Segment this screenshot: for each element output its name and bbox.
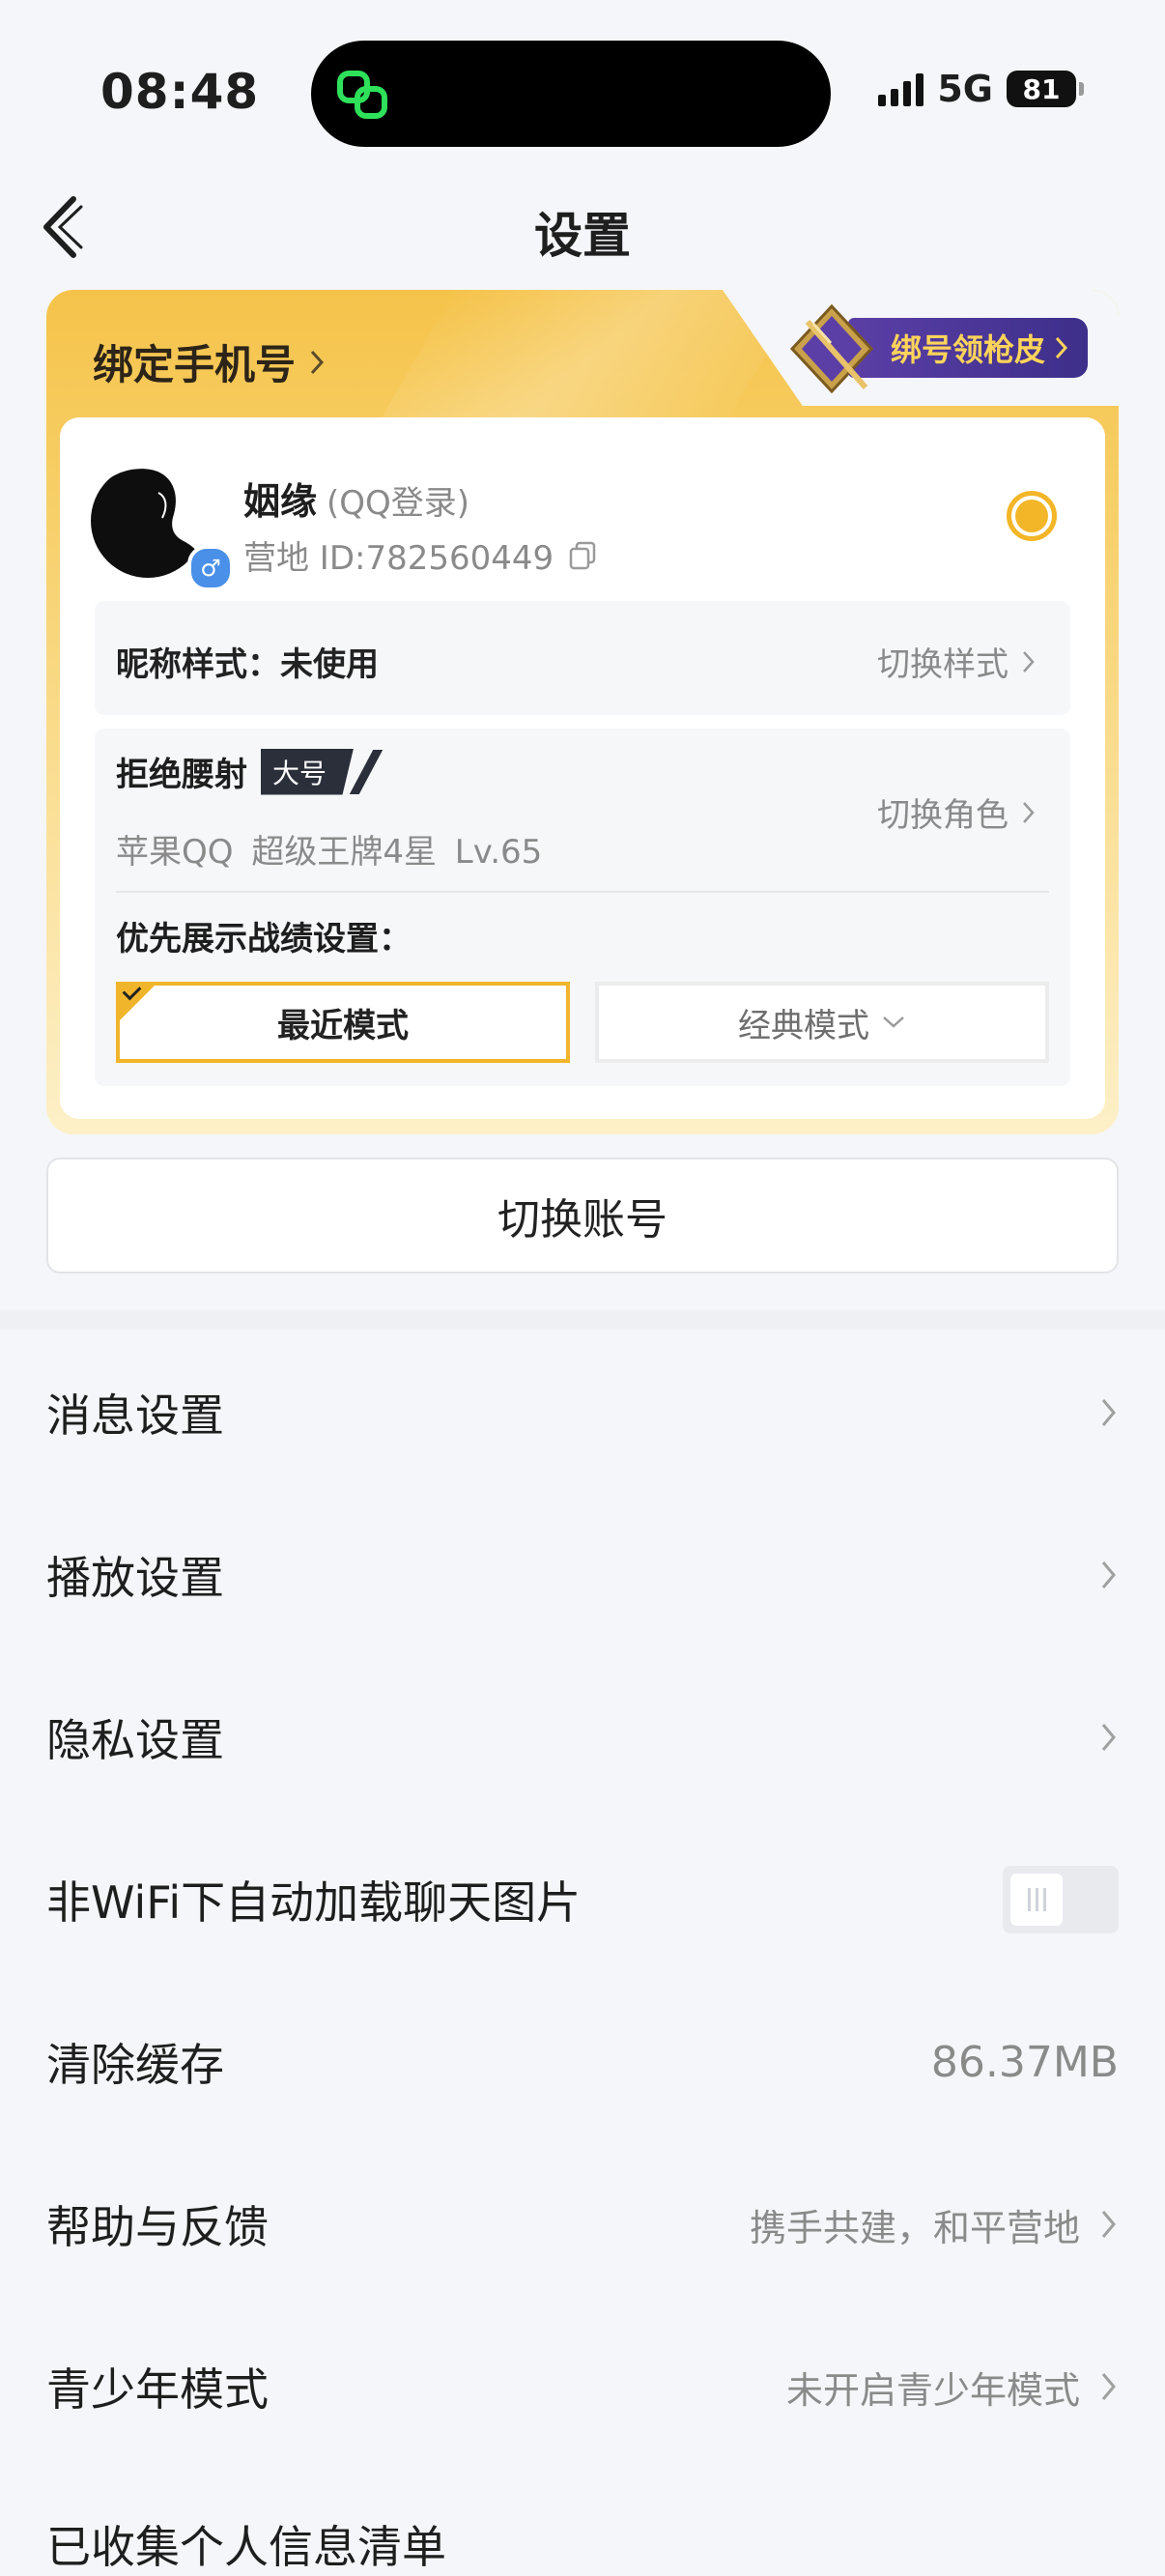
role-name: 拒绝腰射 大号 xyxy=(116,748,384,795)
switch-account-button[interactable]: 切换账号 xyxy=(46,1158,1119,1274)
account-card: 绑定手机号 绑号领枪皮 ♂ 姻缘 (QQ登录) 营地 ID:782560449 … xyxy=(46,290,1119,1134)
chevron-right-icon xyxy=(1023,650,1035,673)
status-indicators: 5G 81 xyxy=(878,68,1084,110)
bind-phone-label: 绑定手机号 xyxy=(93,341,297,388)
section-divider xyxy=(0,1310,1165,1330)
mode-classic-button[interactable]: 经典模式 xyxy=(595,982,1049,1063)
chevron-right-icon xyxy=(1023,801,1035,823)
setting-label: 消息设置 xyxy=(46,1389,224,1442)
account-selected-radio[interactable] xyxy=(1007,491,1057,541)
bind-skin-label: 绑号领枪皮 xyxy=(891,331,1046,368)
user-name-text: 姻缘 xyxy=(243,480,318,523)
priority-label: 优先展示战绩设置： xyxy=(116,920,412,959)
setting-privacy[interactable]: 隐私设置 xyxy=(46,1679,1119,1795)
badge-slash xyxy=(349,749,384,794)
gun-skin-icon xyxy=(789,303,874,394)
chevron-right-icon xyxy=(1101,1399,1116,1426)
user-id: 营地 ID:782560449 xyxy=(243,531,596,579)
chat-link-icon xyxy=(337,71,387,119)
mode-recent-label: 最近模式 xyxy=(277,1006,409,1045)
setting-label: 青少年模式 xyxy=(46,2363,269,2416)
setting-label: 帮助与反馈 xyxy=(46,2201,269,2253)
page-title: 设置 xyxy=(534,208,631,264)
setting-value: 未开启青少年模式 xyxy=(785,2368,1080,2412)
switch-role-label: 切换角色 xyxy=(877,796,1009,835)
bind-phone-link[interactable]: 绑定手机号 xyxy=(93,332,325,391)
network-label: 5G xyxy=(937,68,993,110)
chevron-right-icon xyxy=(1101,1724,1116,1751)
setting-label: 清除缓存 xyxy=(46,2039,224,2091)
switch-style-link[interactable]: 切换样式 xyxy=(877,638,1036,685)
login-type: (QQ登录) xyxy=(327,484,470,523)
nickname-style-row[interactable]: 昵称样式：未使用 切换样式 xyxy=(95,601,1070,715)
mode-classic-label: 经典模式 xyxy=(738,1006,869,1045)
setting-label: 非WiFi下自动加载聊天图片 xyxy=(46,1876,582,1929)
user-id-text: 营地 ID:782560449 xyxy=(243,539,554,578)
role-name-text: 拒绝腰射 xyxy=(116,756,247,794)
nickname-style-label: 昵称样式：未使用 xyxy=(116,645,379,684)
setting-value: 携手共建，和平营地 xyxy=(749,2206,1080,2249)
chevron-right-icon xyxy=(1055,336,1068,359)
user-name: 姻缘 (QQ登录) xyxy=(243,472,469,525)
switch-role-link[interactable]: 切换角色 xyxy=(877,788,1036,836)
status-time: 08:48 xyxy=(100,64,260,120)
account-card-body: ♂ 姻缘 (QQ登录) 营地 ID:782560449 昵称样式：未使用 切换样式… xyxy=(60,417,1105,1119)
autoload-images-toggle[interactable] xyxy=(1003,1866,1119,1933)
setting-teen-mode[interactable]: 青少年模式 未开启青少年模式 xyxy=(46,2329,1119,2445)
signal-icon xyxy=(878,72,924,106)
setting-label: 播放设置 xyxy=(46,1552,224,1604)
setting-help-feedback[interactable]: 帮助与反馈 携手共建，和平营地 xyxy=(46,2166,1119,2282)
dynamic-island xyxy=(311,41,831,147)
chevron-right-icon xyxy=(1101,2373,1116,2400)
setting-playback[interactable]: 播放设置 xyxy=(46,1517,1119,1633)
chevron-right-icon xyxy=(1101,1561,1116,1589)
chevron-down-icon xyxy=(883,1016,904,1028)
toggle-knob xyxy=(1010,1874,1063,1926)
copy-icon[interactable] xyxy=(569,541,596,570)
role-block: 拒绝腰射 大号 苹果QQ 超级王牌4星 Lv.65 切换角色 优先展示战绩设置：… xyxy=(95,729,1070,1086)
setting-collected-info[interactable]: 已收集个人信息清单 xyxy=(46,2512,446,2576)
chevron-right-icon xyxy=(1101,2211,1116,2238)
battery-icon: 81 xyxy=(1007,71,1084,107)
main-account-badge: 大号 xyxy=(261,748,355,795)
bind-skin-pill: 绑号领枪皮 xyxy=(848,318,1089,378)
mode-recent-button[interactable]: 最近模式 xyxy=(116,981,570,1063)
bind-skin-button[interactable]: 绑号领枪皮 xyxy=(788,303,1089,394)
setting-clear-cache[interactable]: 清除缓存 86.37MB xyxy=(46,2004,1119,2120)
role-subtitle: 苹果QQ 超级王牌4星 Lv.65 xyxy=(116,833,543,872)
male-icon: ♂ xyxy=(187,545,234,591)
chevron-right-icon xyxy=(310,350,325,374)
cache-size: 86.37MB xyxy=(930,2037,1119,2087)
divider xyxy=(116,891,1049,893)
setting-label: 隐私设置 xyxy=(46,1714,224,1766)
setting-message[interactable]: 消息设置 xyxy=(46,1355,1119,1471)
setting-wifi-autoload: 非WiFi下自动加载聊天图片 xyxy=(46,1842,1119,1958)
switch-style-label: 切换样式 xyxy=(877,645,1009,684)
